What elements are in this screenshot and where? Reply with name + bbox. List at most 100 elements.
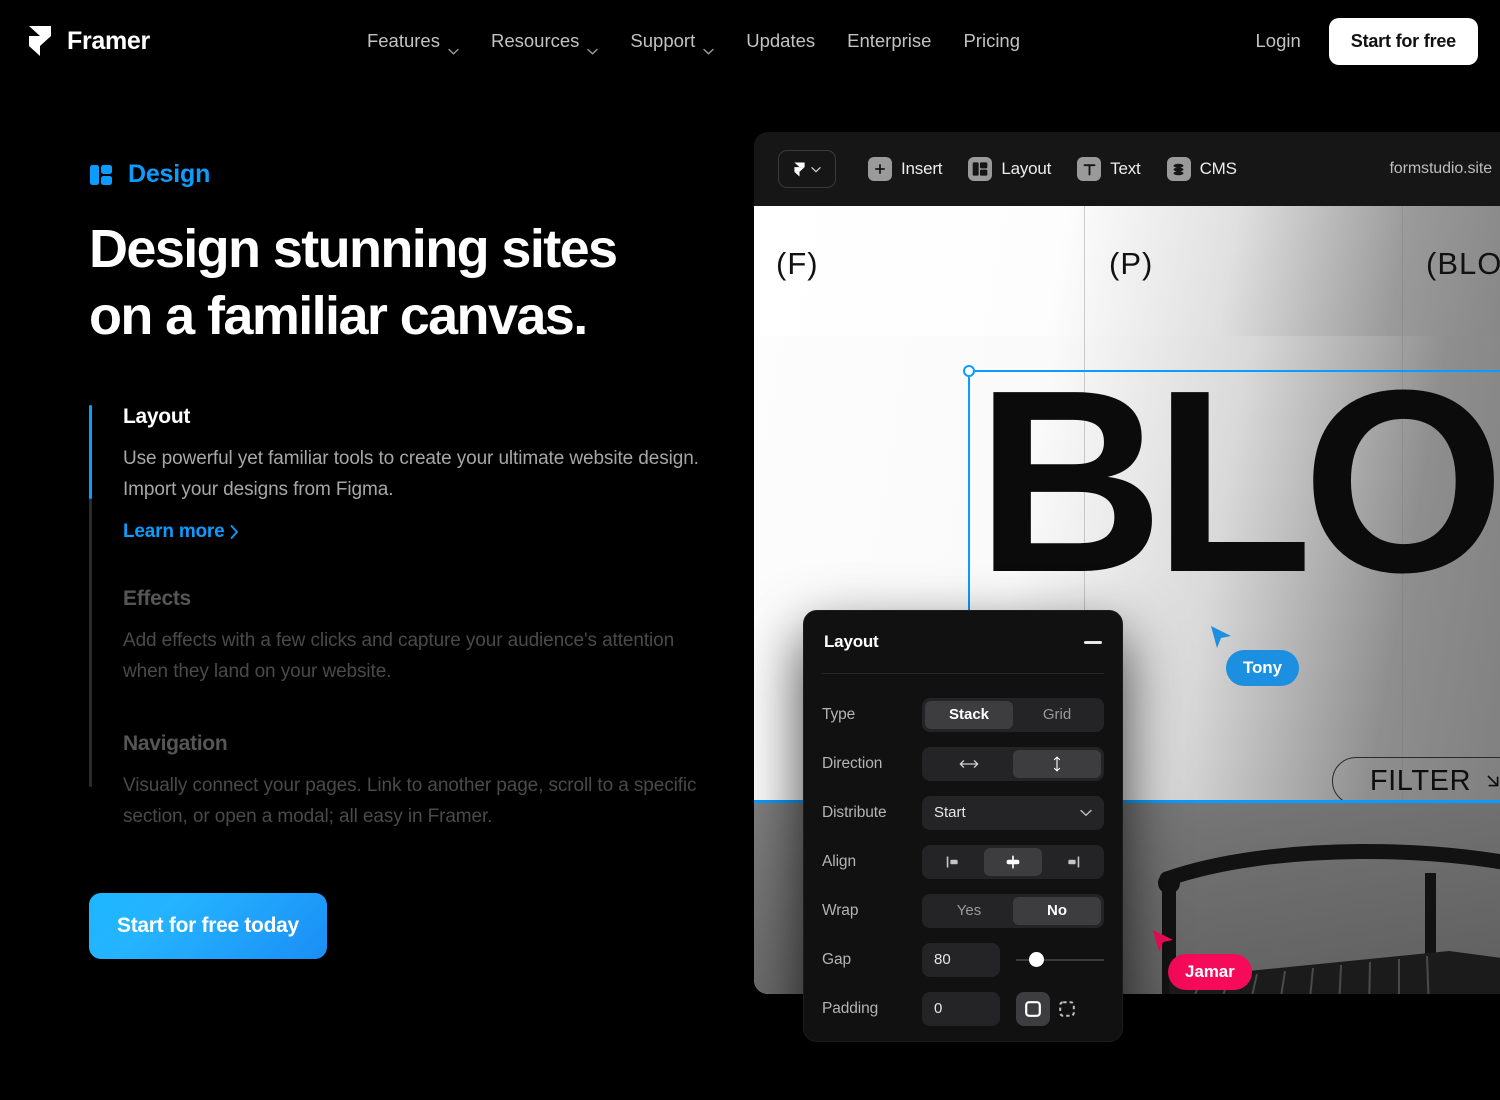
gap-slider-knob[interactable] — [1029, 952, 1045, 967]
square-dashed-icon — [1059, 1000, 1075, 1017]
accordion-item-title: Layout — [123, 404, 191, 428]
page-label-p: (P) — [1109, 246, 1154, 281]
nav-link-support[interactable]: Support — [630, 30, 714, 55]
toolbar-framer-menu-button[interactable] — [778, 150, 836, 188]
row-label: Padding — [822, 999, 879, 1017]
nav-link-enterprise[interactable]: Enterprise — [847, 30, 931, 52]
padding-mode-individual[interactable] — [1050, 992, 1084, 1026]
learn-more-label: Learn more — [123, 521, 225, 543]
toolbar-insert-button[interactable]: Insert — [868, 157, 943, 181]
collaborator-cursor-jamar: Jamar — [1150, 928, 1252, 990]
toolbar-cms-button[interactable]: CMS — [1166, 157, 1237, 181]
cursor-pointer-icon — [1153, 930, 1173, 952]
gap-input[interactable]: 80 — [922, 942, 1000, 977]
database-icon — [1166, 157, 1191, 181]
nav-link-resources[interactable]: Resources — [491, 30, 599, 55]
brand-name: Framer — [67, 26, 150, 55]
accordion-item-title: Effects — [123, 587, 191, 611]
nav-actions: Login Start for free — [1256, 17, 1478, 65]
cursor-name-label: Tony — [1226, 650, 1299, 686]
accordion-item-effects[interactable]: Effects Add effects with a few clicks an… — [123, 587, 709, 688]
arrows-horizontal-icon — [959, 759, 979, 768]
align-option-center[interactable] — [983, 847, 1043, 876]
row-padding: Padding 0 — [822, 984, 1104, 1033]
nav-link-pricing[interactable]: Pricing — [963, 30, 1020, 52]
align-option-start[interactable] — [925, 848, 984, 876]
headline-line-2: on a familiar canvas. — [89, 285, 588, 346]
chevron-right-icon — [231, 525, 239, 540]
wrap-option-yes[interactable]: Yes — [925, 897, 1013, 925]
arrow-down-right-icon — [1487, 775, 1499, 787]
minimize-icon[interactable] — [1084, 640, 1102, 644]
gap-slider[interactable] — [1016, 943, 1104, 977]
page-title: Design stunning sites on a familiar canv… — [89, 216, 709, 350]
accordion-item-layout[interactable]: Layout Use powerful yet familiar tools t… — [123, 405, 709, 544]
wrap-option-no[interactable]: No — [1013, 896, 1101, 925]
align-option-end[interactable] — [1042, 848, 1101, 876]
start-for-free-button[interactable]: Start for free — [1328, 17, 1478, 65]
row-label: Gap — [822, 950, 851, 968]
nav-link-label: Features — [366, 30, 440, 51]
row-distribute: Distribute Start — [822, 788, 1104, 837]
distribute-select[interactable]: Start — [922, 795, 1104, 830]
row-label: Type — [822, 705, 856, 723]
nav-link-label: Enterprise — [847, 30, 932, 51]
toolbar-text-button[interactable]: Text — [1077, 157, 1141, 181]
cursor-name-label: Jamar — [1168, 954, 1252, 990]
accordion-item-title: Navigation — [123, 731, 228, 755]
layout-panels-icon — [968, 157, 993, 181]
nav-links: Features Resources Support Updates Enter… — [366, 30, 1020, 55]
nav-link-label: Pricing — [963, 30, 1021, 51]
toolbar-layout-button[interactable]: Layout — [968, 157, 1051, 181]
row-gap: Gap 80 — [822, 935, 1104, 984]
framer-logo-icon — [26, 26, 54, 56]
accordion-item-body: Add effects with a few clicks and captur… — [123, 630, 675, 683]
chevron-down-icon — [811, 166, 821, 172]
accordion-active-indicator — [89, 404, 92, 499]
text-t-icon — [1077, 157, 1102, 181]
row-label: Align — [822, 852, 856, 870]
chevron-down-icon — [587, 38, 599, 55]
chevron-down-icon — [448, 38, 459, 55]
hero-eyebrow-label: Design — [128, 160, 211, 188]
brand-logo-link[interactable]: Framer — [26, 26, 150, 56]
nav-link-updates[interactable]: Updates — [746, 30, 815, 52]
panel-rows: Type Stack Grid Direction Distribute Sta… — [804, 674, 1122, 1033]
toolbar-item-label: Text — [1110, 159, 1141, 178]
learn-more-link[interactable]: Learn more — [123, 521, 239, 543]
page-label-blo: (BLO — [1426, 246, 1500, 281]
start-for-free-today-button[interactable]: Start for free today — [89, 892, 327, 959]
accordion-item-navigation[interactable]: Navigation Visually connect your pages. … — [123, 732, 709, 833]
collaborator-cursor-tony: Tony — [1208, 624, 1299, 686]
row-label: Distribute — [822, 803, 887, 821]
padding-mode-all[interactable] — [1016, 991, 1050, 1026]
nav-link-features[interactable]: Features — [366, 30, 459, 55]
hero-eyebrow: Design — [89, 160, 709, 189]
padding-input[interactable]: 0 — [922, 991, 1000, 1026]
toolbar-item-label: Insert — [901, 159, 943, 178]
headline-line-1: Design stunning sites — [89, 219, 618, 279]
page-label-f: (F) — [776, 246, 819, 281]
selection-handle[interactable] — [963, 365, 975, 377]
align-end-icon — [1068, 856, 1079, 867]
type-option-stack[interactable]: Stack — [925, 700, 1013, 729]
wrap-segmented-control: Yes No — [922, 893, 1104, 928]
square-solid-icon — [1025, 1000, 1041, 1017]
toolbar-items: Insert Layout Text CMS — [868, 157, 1237, 181]
cursor-pointer-icon — [1211, 626, 1231, 648]
panel-header: Layout — [804, 611, 1122, 673]
arrows-vertical-icon — [1053, 756, 1061, 771]
feature-accordion: Layout Use powerful yet familiar tools t… — [89, 404, 709, 833]
type-option-grid[interactable]: Grid — [1013, 701, 1101, 729]
login-link[interactable]: Login — [1256, 30, 1301, 52]
distribute-value: Start — [934, 804, 966, 821]
row-label: Direction — [822, 754, 883, 772]
plus-icon — [868, 157, 892, 181]
accordion-item-body: Use powerful yet familiar tools to creat… — [123, 447, 699, 500]
align-start-icon — [947, 856, 958, 867]
direction-option-horizontal[interactable] — [925, 750, 1013, 778]
direction-option-vertical[interactable] — [1013, 749, 1101, 778]
filter-button[interactable]: FILTER — [1332, 757, 1500, 805]
layout-panels-icon — [89, 163, 113, 187]
toolbar-item-label: Layout — [1001, 159, 1052, 178]
